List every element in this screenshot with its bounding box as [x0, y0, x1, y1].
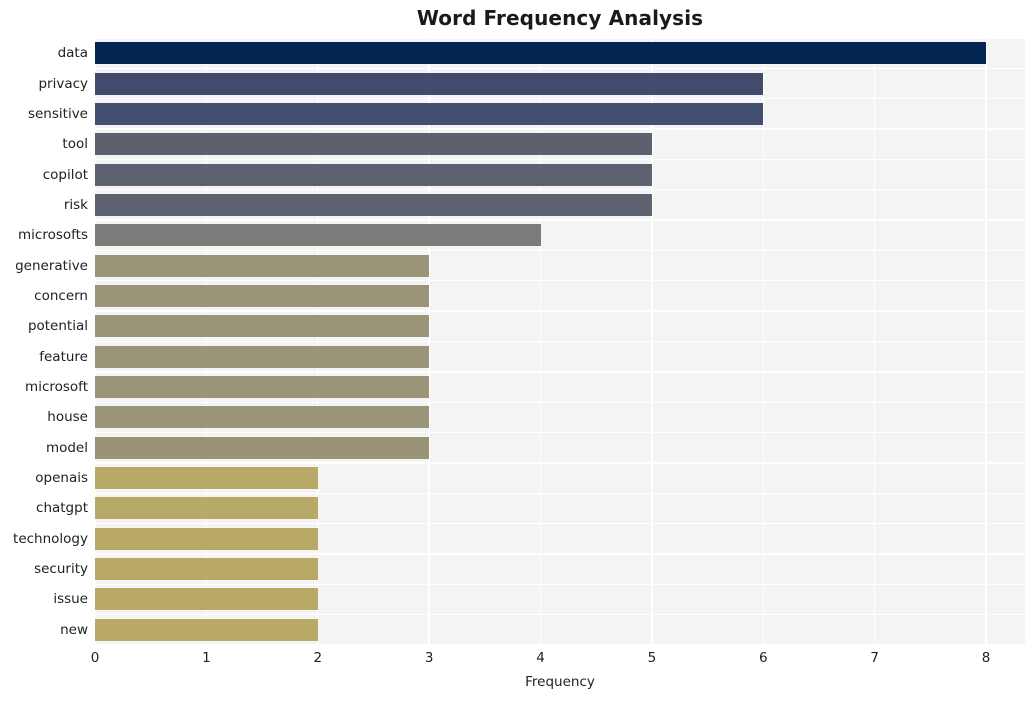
gridline-horizontal-14 [95, 462, 1025, 464]
gridline-horizontal-6 [95, 219, 1025, 221]
y-tick-label-model: model [45, 439, 88, 456]
bar-copilot [95, 163, 652, 186]
y-tick-label-security: security [34, 561, 88, 578]
y-tick-label-data: data [57, 45, 88, 62]
x-tick-label-6: 6 [758, 650, 768, 666]
gridline-horizontal-5 [95, 189, 1025, 191]
y-tick-label-feature: feature [39, 348, 88, 365]
y-tick-label-potential: potential [27, 318, 88, 335]
gridline-horizontal-2 [95, 98, 1025, 100]
gridline-horizontal-12 [95, 401, 1025, 403]
y-tick-label-copilot: copilot [42, 166, 88, 183]
x-axis-tick-labels: 0 1 2 3 4 5 6 7 8 [91, 649, 1025, 671]
bar-concern [95, 284, 430, 307]
page-title: Word Frequency Analysis [416, 6, 704, 30]
gridline-horizontal-10 [95, 340, 1025, 343]
y-tick-label-privacy: privacy [38, 75, 88, 92]
y-tick-label-concern: concern [34, 287, 88, 304]
bar-microsoft [95, 376, 430, 399]
y-axis-tick-labels: data privacy sensitive tool copilot risk micro… [0, 38, 88, 645]
gridline-horizontal-11 [95, 371, 1025, 373]
gridline-horizontal-9 [95, 310, 1025, 312]
bar-microsofts [95, 224, 541, 247]
bar-risk [95, 193, 652, 216]
bar-issue [95, 588, 318, 611]
y-tick-label-microsoft: microsoft [25, 379, 88, 396]
bar-feature [95, 345, 430, 368]
gridline-horizontal-0 [95, 38, 1025, 39]
x-tick-label-0: 0 [90, 650, 100, 666]
gridline-horizontal-20 [95, 644, 1025, 645]
gridline-horizontal-1 [95, 67, 1025, 70]
bar-chatgpt [95, 497, 318, 520]
bar-security [95, 558, 318, 581]
x-tick-label-2: 2 [313, 650, 323, 666]
y-tick-label-issue: issue [53, 591, 88, 608]
y-tick-label-chatgpt: chatgpt [36, 500, 88, 517]
gridline-horizontal-15 [95, 492, 1025, 494]
x-tick-label-3: 3 [424, 650, 434, 666]
gridline-horizontal-18 [95, 583, 1025, 585]
bar-openais [95, 467, 318, 490]
gridline-horizontal-7 [95, 249, 1025, 252]
y-tick-label-risk: risk [63, 196, 88, 213]
bar-new [95, 618, 318, 641]
bar-technology [95, 527, 318, 550]
x-tick-label-7: 7 [870, 650, 879, 666]
x-tick-label-8: 8 [981, 650, 991, 666]
bar-potential [95, 315, 430, 338]
x-tick-label-4: 4 [536, 650, 545, 666]
y-tick-label-openais: openais [35, 470, 88, 487]
gridline-horizontal-17 [95, 553, 1025, 555]
bar-sensitive [95, 102, 764, 125]
y-tick-label-technology: technology [13, 530, 88, 547]
bar-model [95, 436, 430, 459]
bar-generative [95, 254, 430, 277]
y-tick-label-sensitive: sensitive [27, 105, 88, 122]
y-tick-label-generative: generative [15, 257, 88, 274]
gridline-horizontal-16 [95, 522, 1025, 525]
gridline-horizontal-13 [95, 431, 1025, 434]
bar-tool [95, 133, 652, 156]
x-axis-label: Frequency [525, 674, 595, 690]
x-tick-label-5: 5 [647, 650, 657, 666]
bar-house [95, 406, 430, 429]
y-tick-label-microsofts: microsofts [18, 227, 88, 244]
bar-privacy [95, 72, 764, 95]
y-tick-label-tool: tool [62, 136, 88, 153]
gridline-horizontal-19 [95, 613, 1025, 616]
x-tick-label-1: 1 [202, 650, 211, 666]
gridline-horizontal-3 [95, 128, 1025, 130]
chart-figure: Word Frequency Analysis data privacy sensi… [0, 0, 1035, 701]
gridline-horizontal-4 [95, 158, 1025, 161]
bar-data [95, 42, 987, 65]
y-tick-label-house: house [47, 409, 88, 426]
gridline-horizontal-8 [95, 280, 1025, 282]
plot-area [95, 38, 1025, 645]
y-tick-label-new: new [60, 621, 88, 638]
